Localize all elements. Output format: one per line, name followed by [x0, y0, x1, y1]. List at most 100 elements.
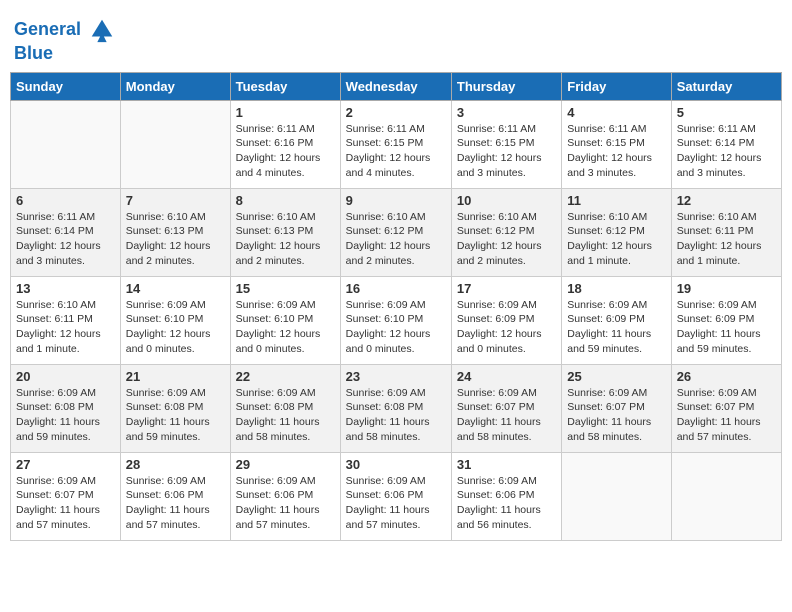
day-cell: 8 Sunrise: 6:10 AM Sunset: 6:13 PM Daylig… [230, 188, 340, 276]
week-row-2: 6 Sunrise: 6:11 AM Sunset: 6:14 PM Daylig… [11, 188, 782, 276]
day-header-tuesday: Tuesday [230, 72, 340, 100]
day-info: Sunrise: 6:09 AM Sunset: 6:10 PM Dayligh… [236, 298, 335, 357]
day-number: 6 [16, 193, 115, 208]
day-info: Sunrise: 6:11 AM Sunset: 6:15 PM Dayligh… [567, 122, 665, 181]
day-info: Sunrise: 6:10 AM Sunset: 6:12 PM Dayligh… [346, 210, 446, 269]
day-info: Sunrise: 6:09 AM Sunset: 6:08 PM Dayligh… [346, 386, 446, 445]
day-number: 9 [346, 193, 446, 208]
day-info: Sunrise: 6:09 AM Sunset: 6:08 PM Dayligh… [16, 386, 115, 445]
day-info: Sunrise: 6:09 AM Sunset: 6:06 PM Dayligh… [457, 474, 556, 533]
day-number: 16 [346, 281, 446, 296]
day-info: Sunrise: 6:10 AM Sunset: 6:13 PM Dayligh… [126, 210, 225, 269]
day-header-thursday: Thursday [451, 72, 561, 100]
day-cell: 17 Sunrise: 6:09 AM Sunset: 6:09 PM Dayli… [451, 276, 561, 364]
day-info: Sunrise: 6:11 AM Sunset: 6:14 PM Dayligh… [16, 210, 115, 269]
day-info: Sunrise: 6:09 AM Sunset: 6:08 PM Dayligh… [126, 386, 225, 445]
day-number: 13 [16, 281, 115, 296]
week-row-3: 13 Sunrise: 6:10 AM Sunset: 6:11 PM Dayli… [11, 276, 782, 364]
day-cell [120, 100, 230, 188]
day-cell: 2 Sunrise: 6:11 AM Sunset: 6:15 PM Daylig… [340, 100, 451, 188]
day-number: 31 [457, 457, 556, 472]
logo-text: General [14, 16, 116, 44]
day-number: 29 [236, 457, 335, 472]
day-cell: 11Sunrise: 6:10 AM Sunset: 6:12 PM Dayli… [562, 188, 671, 276]
day-number: 23 [346, 369, 446, 384]
day-cell [671, 452, 781, 540]
day-cell: 20 Sunrise: 6:09 AM Sunset: 6:08 PM Dayli… [11, 364, 121, 452]
day-number: 4 [567, 105, 665, 120]
day-info: Sunrise: 6:09 AM Sunset: 6:07 PM Dayligh… [16, 474, 115, 533]
day-cell [11, 100, 121, 188]
day-cell: 23 Sunrise: 6:09 AM Sunset: 6:08 PM Dayli… [340, 364, 451, 452]
day-cell: 21Sunrise: 6:09 AM Sunset: 6:08 PM Dayli… [120, 364, 230, 452]
day-info: Sunrise: 6:11 AM Sunset: 6:14 PM Dayligh… [677, 122, 776, 181]
day-info: Sunrise: 6:10 AM Sunset: 6:11 PM Dayligh… [677, 210, 776, 269]
day-info: Sunrise: 6:09 AM Sunset: 6:10 PM Dayligh… [126, 298, 225, 357]
day-cell: 25 Sunrise: 6:09 AM Sunset: 6:07 PM Dayli… [562, 364, 671, 452]
day-header-wednesday: Wednesday [340, 72, 451, 100]
day-cell [562, 452, 671, 540]
day-info: Sunrise: 6:09 AM Sunset: 6:06 PM Dayligh… [236, 474, 335, 533]
header-row: SundayMondayTuesdayWednesdayThursdayFrid… [11, 72, 782, 100]
day-number: 5 [677, 105, 776, 120]
day-info: Sunrise: 6:09 AM Sunset: 6:06 PM Dayligh… [126, 474, 225, 533]
day-info: Sunrise: 6:09 AM Sunset: 6:07 PM Dayligh… [677, 386, 776, 445]
day-cell: 27 Sunrise: 6:09 AM Sunset: 6:07 PM Dayli… [11, 452, 121, 540]
day-info: Sunrise: 6:09 AM Sunset: 6:09 PM Dayligh… [457, 298, 556, 357]
day-number: 15 [236, 281, 335, 296]
page-header: General Blue [10, 10, 782, 64]
day-cell: 31 Sunrise: 6:09 AM Sunset: 6:06 PM Dayli… [451, 452, 561, 540]
week-row-5: 27 Sunrise: 6:09 AM Sunset: 6:07 PM Dayli… [11, 452, 782, 540]
day-cell: 12 Sunrise: 6:10 AM Sunset: 6:11 PM Dayli… [671, 188, 781, 276]
day-number: 19 [677, 281, 776, 296]
day-number: 8 [236, 193, 335, 208]
logo: General Blue [14, 16, 116, 64]
day-cell: 10Sunrise: 6:10 AM Sunset: 6:12 PM Dayli… [451, 188, 561, 276]
day-number: 20 [16, 369, 115, 384]
day-number: 12 [677, 193, 776, 208]
day-info: Sunrise: 6:11 AM Sunset: 6:15 PM Dayligh… [457, 122, 556, 181]
day-number: 28 [126, 457, 225, 472]
day-cell: 13 Sunrise: 6:10 AM Sunset: 6:11 PM Dayli… [11, 276, 121, 364]
day-cell: 5 Sunrise: 6:11 AM Sunset: 6:14 PM Daylig… [671, 100, 781, 188]
day-cell: 30 Sunrise: 6:09 AM Sunset: 6:06 PM Dayli… [340, 452, 451, 540]
day-number: 7 [126, 193, 225, 208]
day-number: 26 [677, 369, 776, 384]
day-number: 30 [346, 457, 446, 472]
day-number: 22 [236, 369, 335, 384]
day-cell: 18 Sunrise: 6:09 AM Sunset: 6:09 PM Dayli… [562, 276, 671, 364]
day-info: Sunrise: 6:09 AM Sunset: 6:10 PM Dayligh… [346, 298, 446, 357]
day-number: 3 [457, 105, 556, 120]
day-cell: 3 Sunrise: 6:11 AM Sunset: 6:15 PM Daylig… [451, 100, 561, 188]
day-header-sunday: Sunday [11, 72, 121, 100]
day-number: 27 [16, 457, 115, 472]
day-info: Sunrise: 6:09 AM Sunset: 6:09 PM Dayligh… [567, 298, 665, 357]
day-cell: 29 Sunrise: 6:09 AM Sunset: 6:06 PM Dayli… [230, 452, 340, 540]
day-info: Sunrise: 6:09 AM Sunset: 6:09 PM Dayligh… [677, 298, 776, 357]
day-number: 18 [567, 281, 665, 296]
day-info: Sunrise: 6:09 AM Sunset: 6:08 PM Dayligh… [236, 386, 335, 445]
week-row-1: 1 Sunrise: 6:11 AM Sunset: 6:16 PM Daylig… [11, 100, 782, 188]
day-number: 24 [457, 369, 556, 384]
day-info: Sunrise: 6:09 AM Sunset: 6:06 PM Dayligh… [346, 474, 446, 533]
day-info: Sunrise: 6:10 AM Sunset: 6:11 PM Dayligh… [16, 298, 115, 357]
day-cell: 1 Sunrise: 6:11 AM Sunset: 6:16 PM Daylig… [230, 100, 340, 188]
day-info: Sunrise: 6:09 AM Sunset: 6:07 PM Dayligh… [457, 386, 556, 445]
week-row-4: 20 Sunrise: 6:09 AM Sunset: 6:08 PM Dayli… [11, 364, 782, 452]
day-cell: 28 Sunrise: 6:09 AM Sunset: 6:06 PM Dayli… [120, 452, 230, 540]
day-info: Sunrise: 6:10 AM Sunset: 6:12 PM Dayligh… [567, 210, 665, 269]
day-number: 17 [457, 281, 556, 296]
day-number: 25 [567, 369, 665, 384]
day-info: Sunrise: 6:11 AM Sunset: 6:16 PM Dayligh… [236, 122, 335, 181]
day-cell: 6 Sunrise: 6:11 AM Sunset: 6:14 PM Daylig… [11, 188, 121, 276]
day-info: Sunrise: 6:10 AM Sunset: 6:13 PM Dayligh… [236, 210, 335, 269]
day-info: Sunrise: 6:11 AM Sunset: 6:15 PM Dayligh… [346, 122, 446, 181]
day-info: Sunrise: 6:09 AM Sunset: 6:07 PM Dayligh… [567, 386, 665, 445]
day-cell: 14Sunrise: 6:09 AM Sunset: 6:10 PM Dayli… [120, 276, 230, 364]
day-number: 10 [457, 193, 556, 208]
day-cell: 4 Sunrise: 6:11 AM Sunset: 6:15 PM Daylig… [562, 100, 671, 188]
day-number: 2 [346, 105, 446, 120]
day-cell: 19 Sunrise: 6:09 AM Sunset: 6:09 PM Dayli… [671, 276, 781, 364]
day-number: 1 [236, 105, 335, 120]
day-header-saturday: Saturday [671, 72, 781, 100]
